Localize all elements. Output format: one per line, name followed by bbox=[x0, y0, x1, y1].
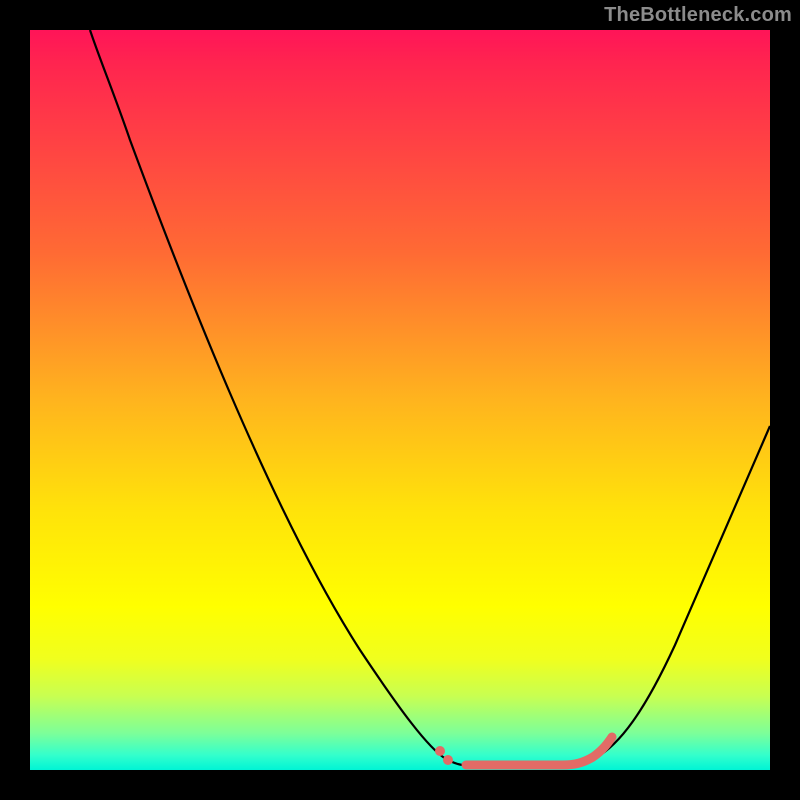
curve-layer bbox=[30, 30, 770, 770]
plot-area bbox=[30, 30, 770, 770]
optimal-range-highlight bbox=[466, 737, 612, 765]
marker-dot bbox=[435, 746, 445, 756]
bottleneck-curve bbox=[90, 30, 770, 766]
marker-dot bbox=[443, 755, 453, 765]
watermark-text: TheBottleneck.com bbox=[604, 4, 792, 27]
plot-frame bbox=[30, 30, 770, 770]
chart-container: TheBottleneck.com bbox=[0, 0, 800, 800]
